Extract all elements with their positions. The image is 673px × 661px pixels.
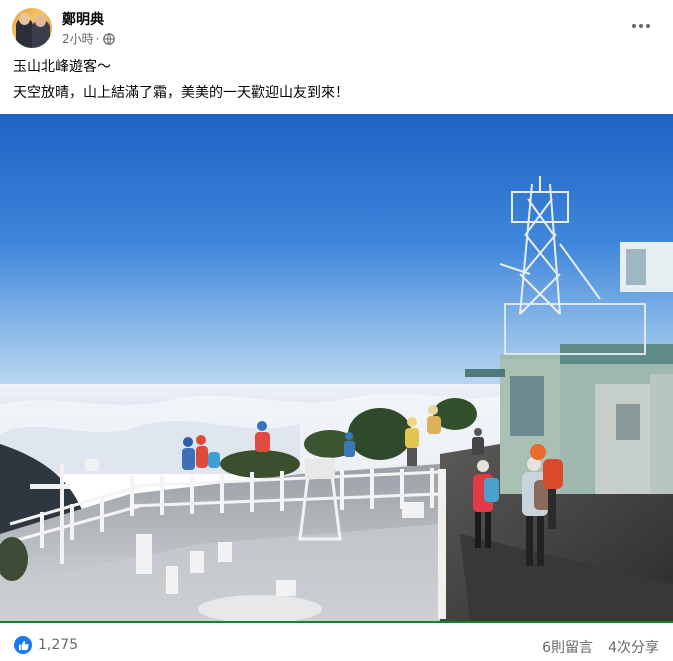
like-icon[interactable] xyxy=(14,636,32,654)
post-text-line-1: 玉山北峰遊客～ xyxy=(13,59,111,75)
more-options-button[interactable] xyxy=(627,14,655,38)
mountain-summit-photo xyxy=(0,114,673,622)
post-footer: 1,275 6則留言 4次分享 xyxy=(0,623,673,661)
post-text: 玉山北峰遊客～ 天空放晴，山上結滿了霜，美美的一天歡迎山友到來！ xyxy=(13,57,349,109)
globe-icon[interactable] xyxy=(103,32,116,45)
shares-count[interactable]: 4次分享 xyxy=(608,637,659,657)
meta-separator: · xyxy=(95,31,100,46)
post-header: 鄭明典 2小時 · xyxy=(0,0,673,56)
post-text-line-2: 天空放晴，山上結滿了霜，美美的一天歡迎山友到來！ xyxy=(13,85,349,101)
post-photo[interactable] xyxy=(0,114,673,622)
comments-count[interactable]: 6則留言 xyxy=(542,637,593,657)
more-horizontal-icon xyxy=(632,24,636,28)
post-meta: 2小時 · xyxy=(62,30,116,47)
author-name[interactable]: 鄭明典 xyxy=(62,9,104,29)
post-time[interactable]: 2小時 xyxy=(62,30,94,47)
reaction-count[interactable]: 1,275 xyxy=(38,637,78,653)
avatar[interactable] xyxy=(12,8,52,48)
